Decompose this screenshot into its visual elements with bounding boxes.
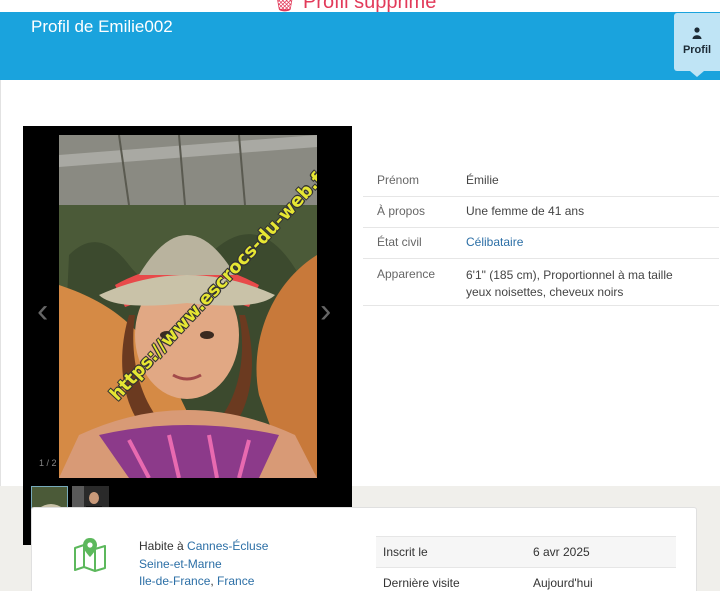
- membership-stats-table: Inscrit le 6 avr 2025 Dernière visite Au…: [376, 536, 676, 591]
- height-link[interactable]: 6'1" (185 cm),: [466, 268, 543, 282]
- detail-value: 6'1" (185 cm), Proportionnel à ma taille…: [466, 267, 673, 300]
- eye-color-link[interactable]: yeux noisettes: [466, 285, 543, 299]
- body-type-link[interactable]: Proportionnel à ma taille: [543, 268, 672, 282]
- tab-indicator: [690, 71, 704, 77]
- chevron-left-icon[interactable]: ‹: [37, 294, 48, 328]
- user-icon: [692, 27, 702, 39]
- detail-value: Émilie: [466, 173, 499, 187]
- city-link[interactable]: Cannes-Écluse: [187, 539, 268, 553]
- detail-label: À propos: [377, 204, 426, 218]
- chevron-right-icon[interactable]: ›: [320, 294, 331, 328]
- country-link[interactable]: France: [217, 574, 254, 588]
- stat-value: 6 avr 2025: [533, 545, 590, 559]
- notice-text: 🗑 Profil supprimé: [272, 0, 436, 12]
- stat-label: Inscrit le: [383, 545, 428, 559]
- location-text: Habite à Cannes-Écluse Seine-et-Marne Il…: [139, 539, 269, 588]
- department-link[interactable]: Seine-et-Marne: [139, 557, 222, 571]
- profile-details-table: Prénom Émilie À propos Une femme de 41 a…: [363, 166, 719, 306]
- region-link[interactable]: Ile-de-France: [139, 574, 210, 588]
- page-title: Profil de Emilie002: [31, 17, 173, 36]
- stat-row-inscrit: Inscrit le 6 avr 2025: [376, 537, 676, 568]
- profile-photo[interactable]: https://www.escrocs-du-web.fr: [59, 135, 317, 478]
- detail-row-a-propos: À propos Une femme de 41 ans: [363, 197, 719, 228]
- deleted-profile-notice: 🗑 Profil supprimé: [0, 0, 720, 12]
- hair-color-link[interactable]: cheveux noirs: [549, 285, 623, 299]
- photo-counter: 1 / 2: [39, 458, 57, 468]
- stat-value: Aujourd'hui: [533, 576, 593, 590]
- trash-icon: 🗑: [272, 0, 298, 12]
- map-pin-icon: [74, 538, 106, 572]
- detail-row-apparence: Apparence 6'1" (185 cm), Proportionnel à…: [363, 259, 719, 306]
- detail-row-etat-civil: État civil Célibataire: [363, 228, 719, 259]
- detail-row-prenom: Prénom Émilie: [363, 166, 719, 197]
- stat-row-derniere-visite: Dernière visite Aujourd'hui: [376, 568, 676, 591]
- tab-profil-label: Profil: [682, 44, 712, 56]
- detail-value-link[interactable]: Célibataire: [466, 235, 523, 249]
- tab-profil[interactable]: Profil: [674, 13, 720, 77]
- detail-label: État civil: [377, 235, 422, 249]
- detail-value: Une femme de 41 ans: [466, 204, 585, 218]
- detail-label: Prénom: [377, 173, 420, 187]
- detail-label: Apparence: [377, 267, 436, 281]
- profile-header: Profil de Emilie002 Profil: [0, 12, 720, 80]
- profile-content: https://www.escrocs-du-web.fr ‹ › 1 / 2: [0, 80, 720, 545]
- location-card: Habite à Cannes-Écluse Seine-et-Marne Il…: [31, 507, 697, 591]
- photo-gallery: https://www.escrocs-du-web.fr ‹ › 1 / 2: [23, 126, 352, 545]
- stat-label: Dernière visite: [383, 576, 460, 590]
